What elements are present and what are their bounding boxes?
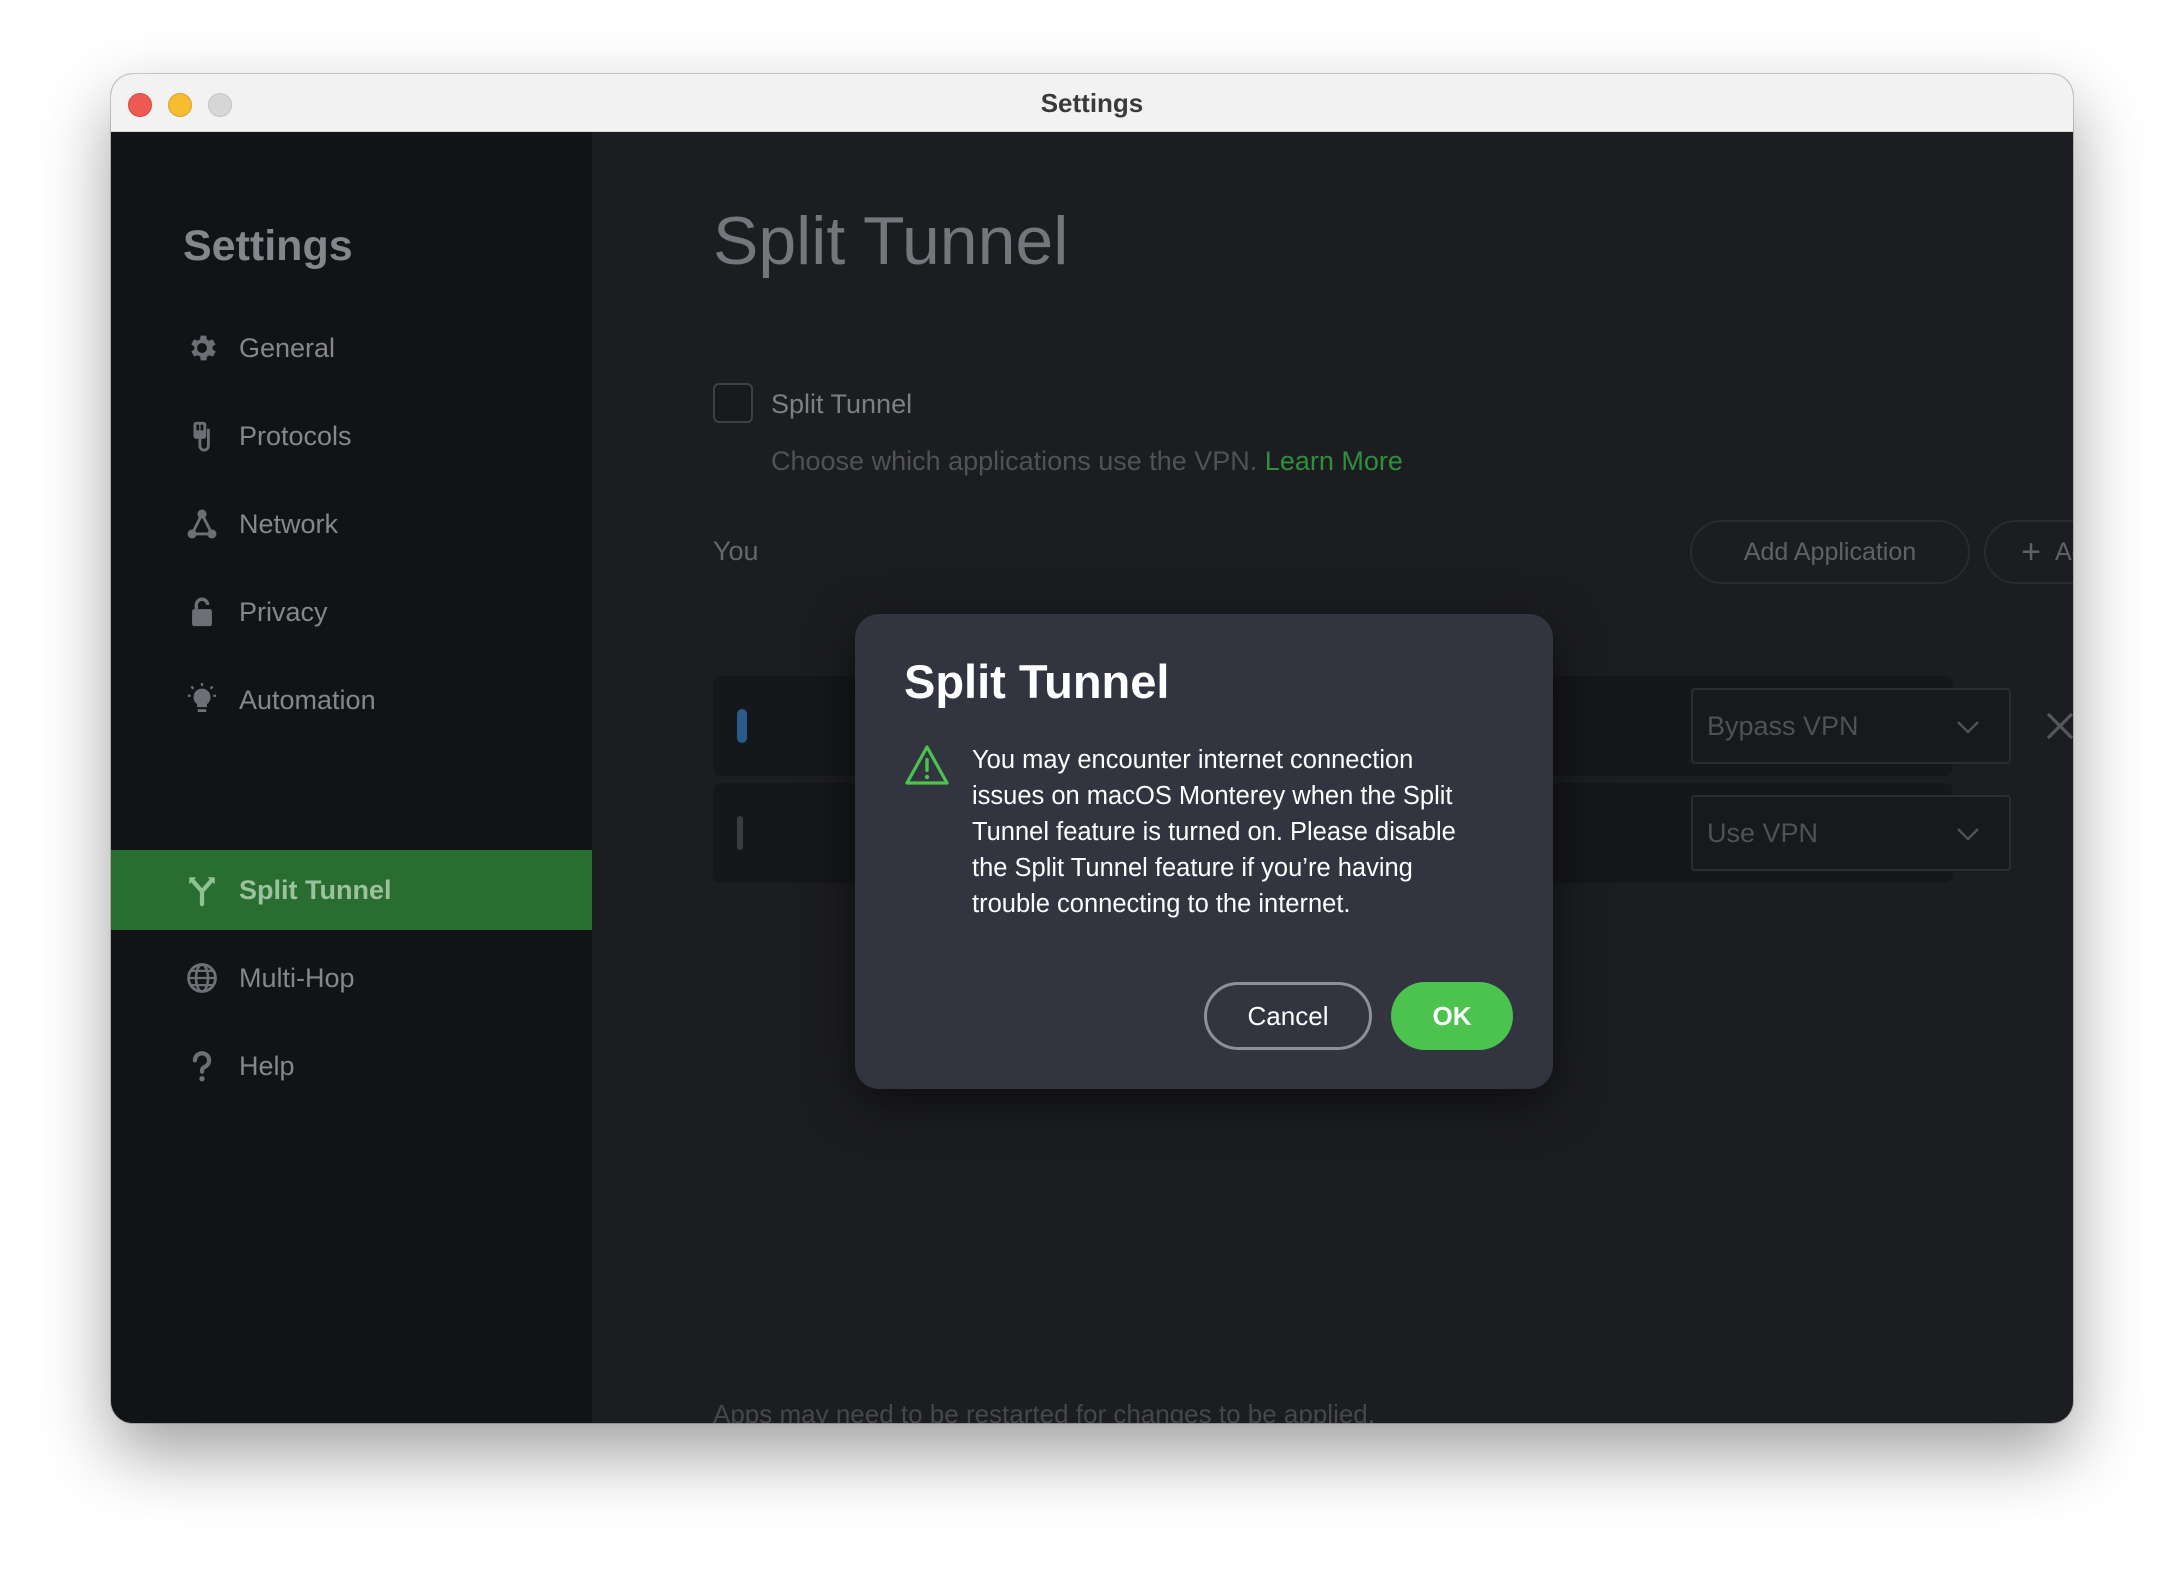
- dialog-message-line: the Split Tunnel feature if you’re havin…: [972, 854, 1413, 882]
- app-icon: [737, 709, 747, 743]
- footer-note: Apps may need to be restarted for change…: [713, 1399, 1375, 1423]
- network-icon: [183, 505, 221, 543]
- protocols-icon: [183, 417, 221, 455]
- sidebar-item-network[interactable]: Network: [111, 484, 592, 564]
- sidebar-item-general[interactable]: General: [111, 308, 592, 388]
- question-icon: [183, 1047, 221, 1085]
- close-icon[interactable]: [2044, 710, 2073, 742]
- vpn-mode-value: Use VPN: [1707, 817, 1819, 848]
- ok-button[interactable]: OK: [1391, 982, 1513, 1050]
- sidebar-item-privacy[interactable]: Privacy: [111, 572, 592, 652]
- lock-icon: [183, 593, 221, 631]
- vpn-mode-select[interactable]: Use VPN: [1691, 795, 2011, 871]
- page-title: Split Tunnel: [713, 203, 1069, 279]
- cancel-button[interactable]: Cancel: [1204, 982, 1372, 1050]
- sidebar-item-split-tunnel[interactable]: Split Tunnel: [111, 850, 592, 930]
- sidebar-title: Settings: [183, 222, 353, 270]
- vpn-mode-select[interactable]: Bypass VPN: [1691, 688, 2011, 764]
- dialog-message: You may encounter internet connection is…: [972, 742, 1512, 922]
- sidebar: Settings General Protocols Network Priva…: [111, 132, 592, 1423]
- warning-icon: [905, 745, 949, 785]
- settings-window: Settings Settings General Protocols Netw…: [111, 74, 2073, 1423]
- dialog-message-line: trouble connecting to the internet.: [972, 890, 1351, 918]
- add-ip-address-button[interactable]: + Add IP Address: [1984, 520, 2073, 584]
- gear-icon: [183, 329, 221, 367]
- dialog-message-line: issues on macOS Monterey when the Split: [972, 782, 1453, 810]
- sidebar-item-help[interactable]: Help: [111, 1026, 592, 1106]
- section-label: You: [713, 536, 759, 566]
- sidebar-item-label: Network: [239, 508, 339, 539]
- lightbulb-icon: [183, 681, 221, 719]
- window-title: Settings: [1040, 88, 1144, 118]
- split-tunnel-icon: [183, 871, 221, 909]
- globe-icon: [183, 959, 221, 997]
- split-tunnel-checkbox-label[interactable]: Split Tunnel: [771, 389, 912, 420]
- sidebar-item-protocols[interactable]: Protocols: [111, 396, 592, 476]
- sidebar-item-label: Split Tunnel: [239, 874, 392, 905]
- split-tunnel-dialog: Split Tunnel You may encounter internet …: [855, 614, 1553, 1089]
- dialog-title: Split Tunnel: [904, 655, 1170, 708]
- sidebar-item-multi-hop[interactable]: Multi-Hop: [111, 938, 592, 1018]
- learn-more-link[interactable]: Learn More: [1265, 446, 1403, 476]
- plus-icon: +: [2021, 533, 2041, 571]
- chevron-down-icon: [1957, 828, 1979, 841]
- sidebar-item-label: General: [239, 332, 336, 363]
- sidebar-item-label: Help: [239, 1050, 295, 1081]
- dialog-message-line: Tunnel feature is turned on. Please disa…: [972, 818, 1456, 846]
- add-ip-address-label: Add IP Address: [2054, 537, 2073, 566]
- sidebar-item-automation[interactable]: Automation: [111, 660, 592, 740]
- split-tunnel-checkbox[interactable]: [713, 383, 753, 423]
- chevron-down-icon: [1957, 721, 1979, 734]
- split-tunnel-description: Choose which applications use the VPN. L…: [771, 446, 1403, 477]
- vpn-mode-value: Bypass VPN: [1707, 710, 1859, 741]
- add-application-label: Add Application: [1743, 537, 1917, 566]
- sidebar-item-label: Privacy: [239, 596, 328, 627]
- drag-handle-icon[interactable]: [737, 816, 743, 850]
- sidebar-item-label: Multi-Hop: [239, 962, 355, 993]
- description-text: Choose which applications use the VPN.: [771, 446, 1258, 476]
- add-application-button[interactable]: Add Application: [1690, 520, 1970, 584]
- sidebar-item-label: Automation: [239, 684, 376, 715]
- title-bar: Settings: [111, 74, 2073, 132]
- dialog-message-line: You may encounter internet connection: [972, 746, 1414, 774]
- sidebar-item-label: Protocols: [239, 420, 352, 451]
